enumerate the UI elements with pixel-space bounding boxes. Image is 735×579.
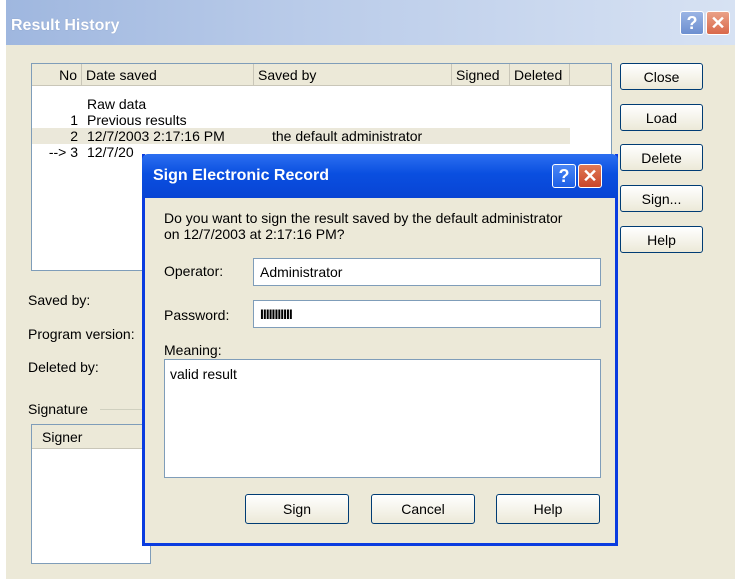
row-saved-by: the default administrator bbox=[272, 128, 423, 144]
password-field[interactable]: IIIIIIIIIII bbox=[253, 300, 601, 328]
help-button[interactable]: Help bbox=[620, 226, 703, 253]
list-item[interactable]: Raw data bbox=[32, 96, 570, 112]
dialog-sign-button[interactable]: Sign bbox=[245, 494, 349, 524]
col-signer[interactable]: Signer bbox=[38, 426, 82, 448]
main-window-title: Result History bbox=[11, 17, 120, 34]
row-date: Raw data bbox=[87, 96, 147, 112]
dialog-help-button[interactable]: Help bbox=[496, 494, 600, 524]
col-deleted[interactable]: Deleted bbox=[510, 64, 570, 86]
main-help-icon[interactable]: ? bbox=[680, 11, 704, 35]
main-titlebar: Result History ? ✕ bbox=[6, 0, 735, 45]
meaning-textarea[interactable]: valid result bbox=[164, 359, 601, 478]
col-date-saved[interactable]: Date saved bbox=[82, 64, 254, 86]
dialog-cancel-button[interactable]: Cancel bbox=[371, 494, 475, 524]
dialog-titlebar: Sign Electronic Record ? ✕ bbox=[142, 154, 618, 198]
program-version-label: Program version: bbox=[28, 326, 135, 342]
dialog-title: Sign Electronic Record bbox=[153, 167, 330, 184]
row-date: 12/7/20 bbox=[87, 144, 134, 160]
list-item[interactable]: 1 Previous results bbox=[32, 112, 570, 128]
sign-electronic-record-dialog: Sign Electronic Record ? ✕ Do you want t… bbox=[142, 154, 618, 546]
row-no: --> 3 bbox=[48, 144, 78, 160]
results-list-header: No Date saved Saved by Signed Deleted bbox=[32, 64, 611, 86]
col-no[interactable]: No bbox=[32, 64, 82, 86]
row-no: 1 bbox=[70, 112, 78, 128]
row-date: Previous results bbox=[87, 112, 187, 128]
operator-field[interactable]: Administrator bbox=[253, 258, 601, 286]
close-button[interactable]: Close bbox=[620, 63, 703, 90]
saved-by-label: Saved by: bbox=[28, 292, 91, 308]
col-signed[interactable]: Signed bbox=[452, 64, 510, 86]
load-button[interactable]: Load bbox=[620, 104, 703, 131]
delete-button[interactable]: Delete bbox=[620, 144, 703, 171]
operator-label: Operator: bbox=[164, 263, 224, 279]
main-close-icon[interactable]: ✕ bbox=[706, 11, 730, 35]
dialog-help-icon[interactable]: ? bbox=[552, 164, 576, 188]
password-label: Password: bbox=[164, 307, 230, 323]
dialog-close-icon[interactable]: ✕ bbox=[578, 164, 602, 188]
deleted-by-label: Deleted by: bbox=[28, 359, 99, 375]
row-no: 2 bbox=[70, 128, 78, 144]
meaning-label: Meaning: bbox=[164, 342, 222, 358]
list-item-selected[interactable]: 2 12/7/2003 2:17:16 PM the default admin… bbox=[32, 128, 570, 144]
row-date: 12/7/2003 2:17:16 PM bbox=[87, 128, 225, 144]
signature-group-divider bbox=[100, 409, 146, 410]
col-saved-by[interactable]: Saved by bbox=[254, 64, 452, 86]
signature-table-header: Signer bbox=[32, 425, 150, 449]
sign-prompt: Do you want to sign the result saved by … bbox=[164, 210, 563, 242]
signature-table[interactable]: Signer bbox=[31, 424, 151, 564]
signature-group-label: Signature bbox=[28, 401, 88, 417]
sign-button[interactable]: Sign... bbox=[620, 185, 703, 212]
